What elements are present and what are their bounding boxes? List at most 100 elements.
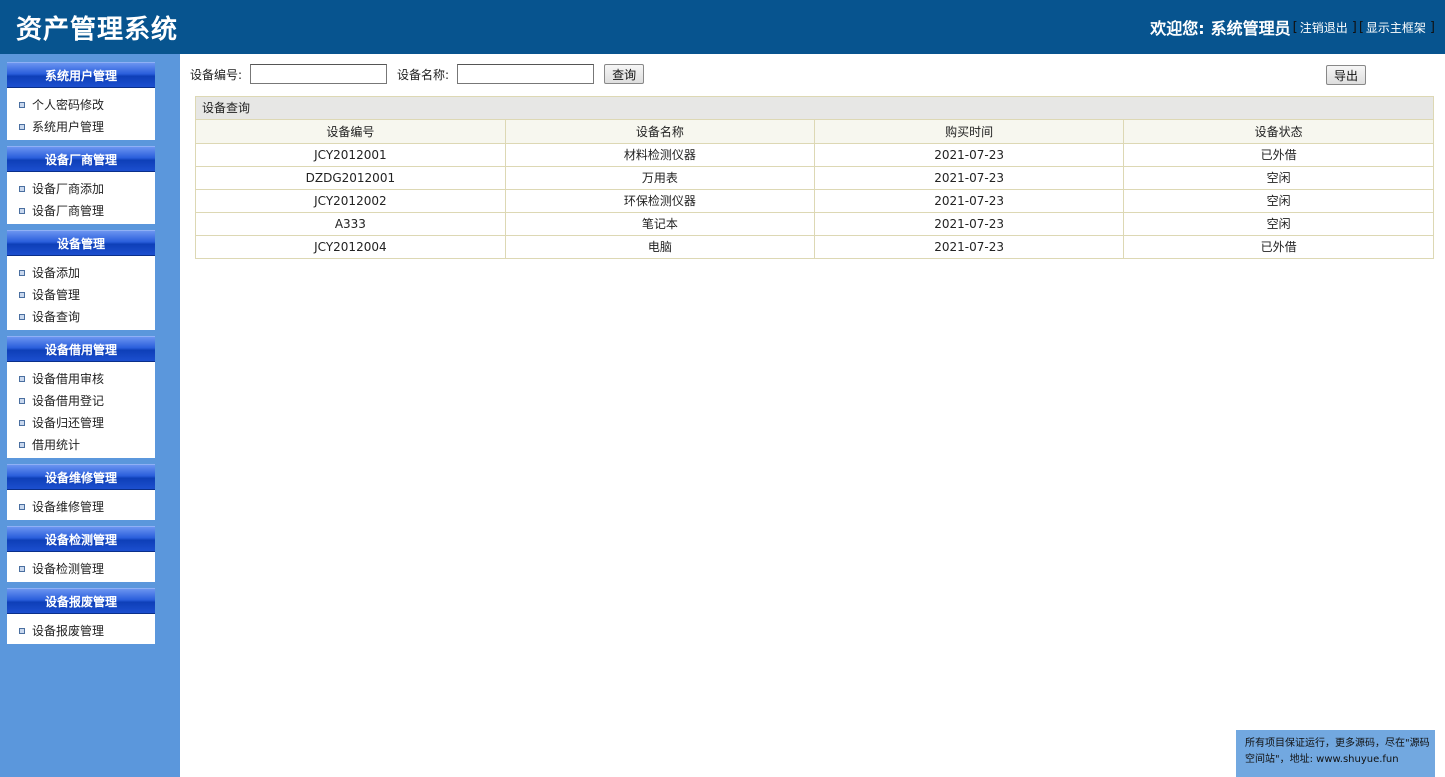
sidebar-item-label: 设备归还管理	[32, 416, 105, 430]
sidebar-item-add-vendor[interactable]: 设备厂商添加	[7, 178, 155, 200]
bracket-right: ]	[1351, 19, 1357, 35]
bullet-icon	[19, 376, 25, 382]
menu-group-vendors: 设备厂商管理 设备厂商添加 设备厂商管理	[7, 146, 155, 224]
header-user-area: 欢迎您: 系统管理员 [ 注销退出 ] [ 显示主框架 ]	[1150, 15, 1435, 39]
menu-group-title[interactable]: 系统用户管理	[7, 62, 155, 88]
search-bar: 设备编号: 设备名称: 查询	[190, 64, 645, 84]
bullet-icon	[19, 504, 25, 510]
sidebar-item-change-password[interactable]: 个人密码修改	[7, 94, 155, 116]
cell-device-code: DZDG2012001	[196, 166, 506, 190]
sidebar-item-label: 设备维修管理	[32, 500, 105, 514]
app-title: 资产管理系统	[16, 15, 179, 45]
sidebar-item-borrow-register[interactable]: 设备借用登记	[7, 390, 155, 412]
sidebar-item-query-devices[interactable]: 设备查询	[7, 306, 155, 328]
cell-purchase-date: 2021-07-23	[814, 212, 1125, 236]
export-button[interactable]: 导出	[1326, 65, 1367, 85]
cell-purchase-date: 2021-07-23	[814, 166, 1125, 190]
menu-group-devices: 设备管理 设备添加 设备管理 设备查询	[7, 230, 155, 330]
sidebar-item-repair-manage[interactable]: 设备维修管理	[7, 496, 155, 518]
table-row: JCY2012002 环保检测仪器 2021-07-23 空闲	[196, 189, 1433, 213]
cell-device-status: 已外借	[1260, 240, 1297, 255]
sidebar-item-system-users[interactable]: 系统用户管理	[7, 116, 155, 138]
menu-group-body: 设备添加 设备管理 设备查询	[7, 256, 155, 330]
cell-device-code: JCY2012001	[196, 143, 506, 167]
device-name-label: 设备名称:	[397, 67, 450, 82]
bullet-icon	[19, 270, 25, 276]
menu-group-title[interactable]: 设备检测管理	[7, 526, 155, 552]
bullet-icon	[19, 420, 25, 426]
menu-group-title[interactable]: 设备维修管理	[7, 464, 155, 490]
notice-line-1: 所有项目保证运行，更多源码，尽在"源码	[1245, 738, 1430, 749]
sidebar-item-manage-vendors[interactable]: 设备厂商管理	[7, 200, 155, 222]
sidebar-item-label: 设备管理	[32, 288, 81, 302]
bullet-icon	[19, 124, 25, 130]
menu-group-body: 设备报废管理	[7, 614, 155, 644]
show-main-frame-link[interactable]: 显示主框架	[1364, 19, 1428, 36]
menu-group-body: 设备维修管理	[7, 490, 155, 520]
sidebar-item-label: 个人密码修改	[32, 98, 105, 112]
sidebar-item-label: 设备添加	[32, 266, 81, 280]
username: 系统管理员	[1210, 19, 1291, 38]
column-header: 设备编号	[196, 120, 506, 144]
bullet-icon	[19, 398, 25, 404]
sidebar-item-label: 设备借用审核	[32, 372, 105, 386]
sidebar-item-label: 设备报废管理	[32, 624, 105, 638]
main-content: 设备编号: 设备名称: 查询 导出 设备查询 设备编号 设备名称 购买时间 设备…	[180, 54, 1445, 777]
device-query-panel: 设备查询 设备编号 设备名称 购买时间 设备状态 JCY2012001 材料检测…	[195, 96, 1434, 259]
menu-group-title[interactable]: 设备管理	[7, 230, 155, 256]
bullet-icon	[19, 442, 25, 448]
source-notice: 所有项目保证运行，更多源码，尽在"源码 空间站"，地址: www.shuyue.…	[1236, 730, 1435, 777]
sidebar-item-manage-devices[interactable]: 设备管理	[7, 284, 155, 306]
menu-group-title[interactable]: 设备厂商管理	[7, 146, 155, 172]
table-row: A333 笔记本 2021-07-23 空闲	[196, 212, 1433, 236]
cell-device-status: 已外借	[1123, 143, 1433, 167]
cell-device-name: 材料检测仪器	[505, 143, 816, 167]
sidebar-item-return-manage[interactable]: 设备归还管理	[7, 412, 155, 434]
bullet-icon	[19, 314, 25, 320]
notice-line-2: 空间站"，地址: www.shuyue.fun	[1245, 754, 1399, 765]
panel-title: 设备查询	[196, 97, 1433, 120]
menu-group-body: 个人密码修改 系统用户管理	[7, 88, 155, 140]
sidebar-item-label: 设备检测管理	[32, 562, 105, 576]
cell-device-name: 环保检测仪器	[505, 189, 816, 213]
bracket-right: ]	[1429, 19, 1435, 35]
menu-group-title[interactable]: 设备借用管理	[7, 336, 155, 362]
cell-device-code: A333	[196, 212, 506, 236]
sidebar-item-label: 设备查询	[32, 310, 81, 324]
logout-link[interactable]: 注销退出	[1298, 19, 1350, 36]
cell-device-status: 空闲	[1123, 212, 1433, 236]
cell-purchase-date: 2021-07-23	[814, 235, 1125, 258]
app-header: 资产管理系统 欢迎您: 系统管理员 [ 注销退出 ] [ 显示主框架 ]	[0, 0, 1445, 54]
menu-group-borrowing: 设备借用管理 设备借用审核 设备借用登记 设备归还管理 借用统计	[7, 336, 155, 458]
cell-device-status: 空闲	[1123, 189, 1433, 213]
menu-group-body: 设备借用审核 设备借用登记 设备归还管理 借用统计	[7, 362, 155, 458]
sidebar-item-borrow-review[interactable]: 设备借用审核	[7, 368, 155, 390]
device-table: 设备编号 设备名称 购买时间 设备状态 JCY2012001 材料检测仪器 20…	[196, 120, 1433, 258]
device-code-input[interactable]	[250, 64, 388, 84]
table-row: JCY2012004 电脑 2021-07-23 已外借	[196, 235, 1433, 258]
menu-group-title[interactable]: 设备报废管理	[7, 588, 155, 614]
menu-group-body: 设备厂商添加 设备厂商管理	[7, 172, 155, 224]
device-name-input[interactable]	[457, 64, 595, 84]
sidebar-item-inspection-manage[interactable]: 设备检测管理	[7, 558, 155, 580]
column-header: 购买时间	[814, 120, 1125, 144]
bullet-icon	[19, 566, 25, 572]
cell-device-name: 电脑	[505, 235, 816, 258]
sidebar-item-borrow-stats[interactable]: 借用统计	[7, 434, 155, 456]
menu-group-system-users: 系统用户管理 个人密码修改 系统用户管理	[7, 62, 155, 140]
sidebar-item-label: 设备厂商添加	[32, 182, 105, 196]
menu-group-body: 设备检测管理	[7, 552, 155, 582]
bullet-icon	[19, 102, 25, 108]
bullet-icon	[19, 208, 25, 214]
bullet-icon	[19, 292, 25, 298]
menu-group-repair: 设备维修管理 设备维修管理	[7, 464, 155, 520]
sidebar-item-scrap-manage[interactable]: 设备报废管理	[7, 620, 155, 642]
sidebar-item-add-device[interactable]: 设备添加	[7, 262, 155, 284]
welcome-text: 欢迎您:	[1150, 19, 1205, 38]
cell-device-code: JCY2012004	[196, 235, 506, 258]
table-row: DZDG2012001 万用表 2021-07-23 空闲	[196, 166, 1433, 190]
query-button[interactable]: 查询	[604, 64, 645, 84]
cell-device-name: 万用表	[505, 166, 816, 190]
bullet-icon	[19, 628, 25, 634]
sidebar-item-label: 系统用户管理	[32, 120, 105, 134]
